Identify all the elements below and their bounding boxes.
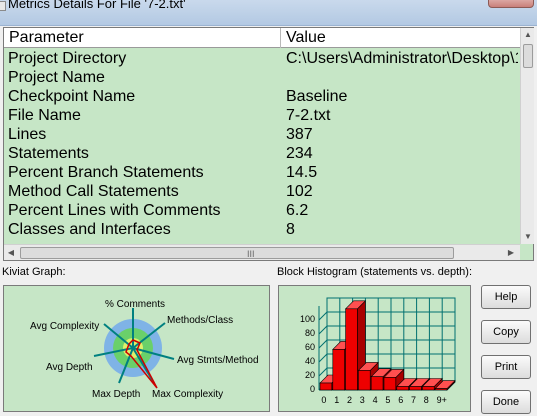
scroll-grip: III bbox=[247, 249, 255, 259]
table-row[interactable]: Lines 387 bbox=[4, 125, 520, 144]
kiviat-axis-avg-complexity: Avg Complexity bbox=[30, 321, 100, 332]
value-cell: 387 bbox=[286, 126, 313, 143]
scroll-right-icon[interactable]: ▶ bbox=[504, 245, 518, 261]
print-button[interactable]: Print bbox=[481, 355, 531, 379]
parameter-cell: Checkpoint Name bbox=[8, 88, 136, 105]
histogram-bar bbox=[345, 308, 358, 391]
kiviat-label: Kiviat Graph: bbox=[2, 266, 66, 278]
table-row[interactable]: Percent Branch Statements 14.5 bbox=[4, 163, 520, 182]
histogram-bar bbox=[383, 377, 397, 391]
done-button[interactable]: Done bbox=[481, 390, 531, 414]
parameter-cell: File Name bbox=[8, 107, 81, 124]
vertical-scrollbar[interactable]: ▲ ▼ bbox=[520, 28, 534, 244]
value-cell: Baseline bbox=[286, 88, 348, 105]
histogram-bar bbox=[422, 386, 435, 391]
table-row[interactable]: Method Call Statements 102 bbox=[4, 182, 520, 201]
table-header: Parameter Value bbox=[4, 28, 520, 48]
histogram-label: Block Histogram (statements vs. depth): bbox=[277, 266, 473, 278]
scroll-down-icon[interactable]: ▼ bbox=[521, 230, 535, 244]
value-cell: 8 bbox=[286, 221, 295, 238]
value-cell: 6.2 bbox=[286, 202, 309, 219]
table-row[interactable]: Percent Lines with Comments 6.2 bbox=[4, 201, 520, 220]
parameter-cell: Lines bbox=[8, 126, 47, 143]
parameter-cell: Project Name bbox=[8, 69, 105, 86]
column-header-parameter[interactable]: Parameter bbox=[9, 29, 84, 47]
histogram-y-tick: 20 bbox=[304, 370, 315, 380]
histogram-x-tick: 4 bbox=[372, 395, 378, 405]
column-divider[interactable] bbox=[280, 28, 281, 48]
histogram-bar bbox=[434, 388, 448, 391]
kiviat-axis-avg-stmts: Avg Stmts/Method bbox=[177, 355, 259, 366]
close-window-button[interactable] bbox=[488, 0, 534, 8]
table-row[interactable]: Project Directory C:\Users\Administrator\… bbox=[4, 49, 520, 68]
table-row[interactable]: Classes and Interfaces 8 bbox=[4, 220, 520, 239]
table-row[interactable]: Project Name bbox=[4, 68, 520, 87]
histogram-gridline-depth bbox=[318, 311, 328, 321]
window-title: Metrics Details For File '7-2.txt' bbox=[8, 0, 186, 11]
histogram-x-tick: 9+ bbox=[436, 395, 447, 405]
parameter-cell: Percent Branch Statements bbox=[8, 164, 204, 181]
histogram-gridline-depth bbox=[318, 325, 328, 335]
kiviat-axis-methods-class: Methods/Class bbox=[167, 315, 234, 326]
histogram-gridline-depth bbox=[318, 339, 328, 349]
block-histogram: 100 80 60 40 20 0 0 1 2 3 4 5 6 7 8 9+ bbox=[278, 285, 471, 412]
kiviat-axis-max-complexity: Max Complexity bbox=[152, 389, 224, 400]
parameter-cell: Classes and Interfaces bbox=[8, 221, 171, 238]
histogram-y-tick: 100 bbox=[299, 314, 315, 324]
kiviat-graph: % Comments Methods/Class Avg Stmts/Metho… bbox=[3, 285, 270, 412]
vertical-scroll-thumb[interactable] bbox=[523, 44, 533, 68]
title-bar: Metrics Details For File '7-2.txt' bbox=[0, 0, 537, 26]
histogram-x-tick: 5 bbox=[385, 395, 391, 405]
column-header-value[interactable]: Value bbox=[286, 29, 326, 47]
histogram-x-tick: 7 bbox=[411, 395, 417, 405]
value-cell: 14.5 bbox=[286, 164, 318, 181]
table-row[interactable]: Statements 234 bbox=[4, 144, 520, 163]
value-cell: C:\Users\Administrator\Desktop\1 bbox=[286, 50, 518, 67]
histogram-bar bbox=[332, 349, 345, 391]
parameter-cell: Percent Lines with Comments bbox=[8, 202, 221, 219]
kiviat-axis-avg-depth: Avg Depth bbox=[46, 362, 93, 373]
histogram-y-tick: 0 bbox=[309, 384, 315, 394]
help-button[interactable]: Help bbox=[481, 285, 531, 309]
parameter-cell: Statements bbox=[8, 145, 89, 162]
value-cell: 7-2.txt bbox=[286, 107, 331, 124]
copy-button[interactable]: Copy bbox=[481, 320, 531, 344]
scroll-up-icon[interactable]: ▲ bbox=[521, 28, 535, 42]
histogram-gridline-depth bbox=[318, 367, 328, 377]
parameter-cell: Project Directory bbox=[8, 50, 127, 67]
table-body: Project Directory C:\Users\Administrator\… bbox=[4, 49, 520, 244]
kiviat-axis-comments: % Comments bbox=[105, 299, 166, 310]
metrics-table: Parameter Value Project Directory C:\User… bbox=[3, 27, 534, 261]
scroll-left-icon[interactable]: ◀ bbox=[4, 245, 18, 261]
histogram-bar bbox=[358, 370, 371, 391]
histogram-y-tick: 40 bbox=[304, 356, 315, 366]
histogram-y-tick: 60 bbox=[304, 342, 315, 352]
parameter-cell: Method Call Statements bbox=[8, 183, 179, 200]
histogram-x-tick: 2 bbox=[347, 395, 353, 405]
horizontal-scroll-thumb[interactable]: III bbox=[20, 247, 454, 259]
histogram-x-tick: 6 bbox=[398, 395, 404, 405]
histogram-y-tick: 80 bbox=[304, 328, 315, 338]
histogram-x-tick: 8 bbox=[423, 395, 429, 405]
value-cell: 234 bbox=[286, 145, 313, 162]
horizontal-scrollbar[interactable]: ◀ III ▶ bbox=[4, 244, 520, 260]
histogram-gridline-depth bbox=[318, 353, 328, 363]
table-row[interactable]: Checkpoint Name Baseline bbox=[4, 87, 520, 106]
histogram-bar bbox=[370, 376, 384, 391]
table-row[interactable]: File Name 7-2.txt bbox=[4, 106, 520, 125]
histogram-bar bbox=[319, 382, 333, 391]
histogram-x-tick: 0 bbox=[321, 395, 327, 405]
histogram-bar bbox=[409, 386, 422, 391]
app-icon bbox=[0, 1, 6, 11]
histogram-x-tick: 1 bbox=[334, 395, 340, 405]
histogram-x-tick: 3 bbox=[359, 395, 365, 405]
histogram-bar bbox=[396, 386, 409, 391]
value-cell: 102 bbox=[286, 183, 313, 200]
kiviat-axis-max-depth: Max Depth bbox=[92, 389, 141, 400]
